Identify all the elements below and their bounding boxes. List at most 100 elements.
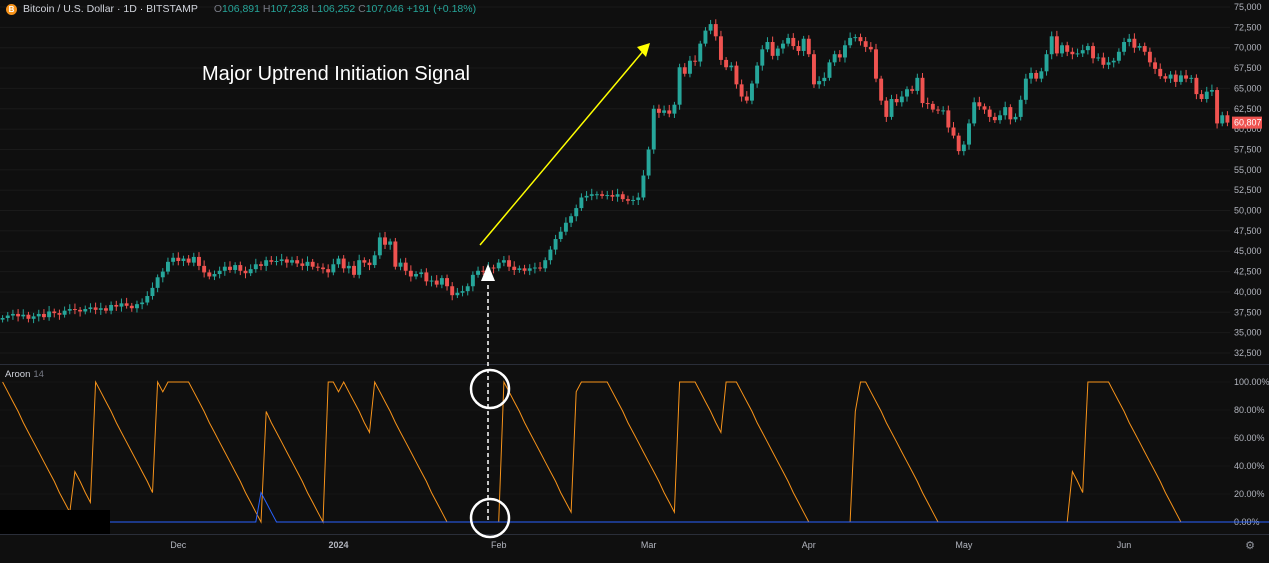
open-key: O	[213, 3, 223, 15]
candle	[915, 77, 920, 91]
chart-svg[interactable]: 32,500 35,000 37,500 40,000 42,500 45,000 47,5…	[0, 0, 1269, 558]
aroon-tick-label: 80.00%	[1234, 405, 1265, 415]
candle	[589, 194, 594, 196]
candle	[972, 102, 977, 124]
candle	[693, 60, 698, 62]
candle	[641, 175, 646, 198]
trend-arrow-head	[637, 43, 650, 57]
candle	[703, 30, 708, 44]
candle	[884, 100, 889, 117]
candle	[388, 241, 393, 245]
candle	[109, 304, 114, 311]
symbol-title[interactable]: Bitcoin / U.S. Dollar · 1D · BITSTAMP	[23, 3, 198, 15]
candle	[574, 208, 579, 217]
close-value: 107,046	[365, 3, 404, 15]
aroon-length: 14	[33, 369, 44, 380]
candle	[1065, 45, 1070, 52]
candle	[522, 268, 527, 271]
candle	[10, 313, 15, 316]
candle	[1070, 51, 1075, 55]
price-tick-label: 40,000	[1234, 287, 1262, 297]
candle	[682, 67, 687, 74]
candle	[615, 194, 620, 197]
price-tick-label: 65,000	[1234, 83, 1262, 93]
candle	[558, 231, 563, 240]
candle	[1049, 36, 1054, 55]
time-tick-label: Apr	[802, 540, 816, 550]
candle	[181, 258, 186, 262]
candle	[290, 260, 294, 263]
candle	[1054, 36, 1059, 54]
candle	[1158, 68, 1163, 77]
candle	[1215, 90, 1220, 124]
candle	[47, 311, 52, 318]
candle	[1163, 76, 1168, 79]
candle	[569, 216, 574, 223]
candle	[21, 314, 26, 317]
gear-icon[interactable]: ⚙	[1243, 539, 1257, 553]
candle	[863, 41, 868, 47]
price-tick-label: 35,000	[1234, 328, 1262, 338]
candle	[176, 257, 181, 262]
ohlc-readout: O106,891 H107,238 L106,252 C107,046 +191…	[214, 3, 476, 15]
candle	[527, 268, 532, 271]
candle	[1209, 90, 1214, 92]
price-tick-label: 75,000	[1234, 2, 1262, 12]
low-value: 106,252	[317, 3, 356, 15]
candle	[186, 258, 191, 263]
candle	[1142, 46, 1147, 52]
candle	[982, 106, 987, 110]
candle	[434, 280, 439, 285]
candle	[687, 60, 692, 74]
candle	[889, 98, 894, 117]
last-price-label: 60,807	[1234, 118, 1262, 128]
candle	[1106, 62, 1111, 65]
candle	[625, 199, 630, 201]
candle	[160, 271, 165, 278]
candle	[1013, 116, 1018, 120]
candle	[600, 194, 605, 196]
candle	[222, 266, 227, 271]
candle	[460, 291, 465, 293]
candle	[853, 37, 858, 39]
candle	[718, 36, 723, 60]
candle	[367, 262, 372, 266]
time-tick-label: May	[955, 540, 973, 550]
aroon-series-line	[2, 380, 1269, 524]
price-tick-label: 72,500	[1234, 22, 1262, 32]
candle	[300, 263, 305, 266]
candle	[713, 24, 718, 37]
candle	[517, 268, 522, 270]
candle	[501, 260, 506, 263]
candle	[1008, 107, 1013, 120]
aroon-indicator-label[interactable]: Aroon 14	[5, 369, 44, 380]
candle	[543, 260, 548, 269]
candle	[264, 260, 269, 266]
candle	[1168, 74, 1173, 79]
aroon-tick-label: 20.00%	[1234, 489, 1265, 499]
price-tick-label: 62,500	[1234, 104, 1262, 114]
candle	[584, 195, 589, 198]
candle	[259, 264, 263, 266]
candle	[843, 45, 847, 58]
chart-root[interactable]: 32,500 35,000 37,500 40,000 42,500 45,000 47,5…	[0, 0, 1269, 558]
time-tick-label: Feb	[491, 540, 507, 550]
candle	[1101, 57, 1106, 65]
candle	[998, 115, 1002, 121]
price-tick-label: 57,500	[1234, 144, 1262, 154]
high-value: 107,238	[270, 3, 309, 15]
candle	[858, 37, 863, 42]
candle	[372, 255, 377, 266]
high-key: H	[262, 3, 271, 15]
candle	[1147, 51, 1152, 63]
candle	[605, 195, 610, 197]
aroon-down-circle	[469, 497, 511, 539]
candle	[41, 313, 46, 318]
candle	[512, 266, 517, 270]
candle	[817, 81, 822, 85]
aroon-series-line	[2, 491, 1269, 523]
candle	[832, 54, 837, 63]
candle	[496, 262, 501, 269]
candle	[26, 314, 31, 319]
candle	[734, 65, 739, 85]
